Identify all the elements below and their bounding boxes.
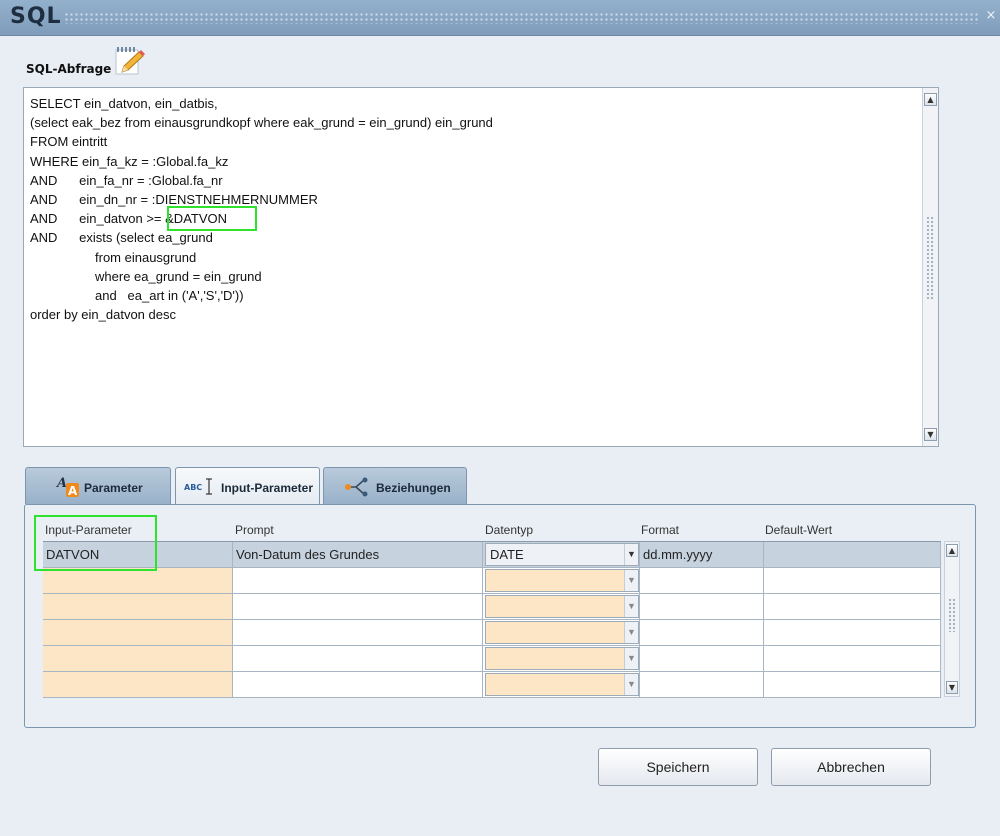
dropdown-arrow-icon[interactable]: ▼ (624, 544, 638, 565)
scroll-up-icon[interactable]: ▲ (924, 93, 937, 106)
cell-input-parameter[interactable] (43, 568, 233, 594)
cell-datentyp[interactable]: ▼ (483, 646, 640, 672)
table-row[interactable]: ▼ (43, 594, 941, 620)
cell-input-parameter[interactable] (43, 672, 233, 698)
cell-default-wert[interactable] (764, 620, 941, 646)
cancel-button[interactable]: Abbrechen (771, 748, 931, 786)
cell-prompt[interactable] (233, 672, 483, 698)
dropdown-arrow-icon[interactable]: ▼ (624, 648, 638, 669)
dropdown-arrow-icon[interactable]: ▼ (624, 622, 638, 643)
cell-format[interactable] (640, 594, 764, 620)
table-row[interactable]: ▼ (43, 646, 941, 672)
tab-beziehungen-label: Beziehungen (376, 481, 451, 495)
tab-input-parameter-label: Input-Parameter (221, 481, 314, 495)
cell-input-parameter[interactable] (43, 594, 233, 620)
scroll-up-icon[interactable]: ▲ (946, 544, 958, 557)
datentyp-select[interactable]: ▼ (485, 569, 639, 592)
cell-prompt[interactable]: Von-Datum des Grundes (233, 542, 483, 568)
scroll-down-icon[interactable]: ▼ (924, 428, 937, 441)
dropdown-arrow-icon[interactable]: ▼ (624, 674, 638, 695)
table-row[interactable]: DATVON Von-Datum des Grundes DATE ▼ dd.m… (43, 542, 941, 568)
cell-prompt[interactable] (233, 620, 483, 646)
cell-datentyp[interactable]: ▼ (483, 568, 640, 594)
sql-query-editor[interactable]: SELECT ein_datvon, ein_datbis, (select e… (23, 87, 939, 447)
scrollbar-grip[interactable] (948, 598, 956, 632)
sql-query-text[interactable]: SELECT ein_datvon, ein_datbis, (select e… (30, 94, 920, 439)
datentyp-select[interactable]: ▼ (485, 647, 639, 670)
cell-input-parameter[interactable]: DATVON (43, 542, 233, 568)
datentyp-select[interactable]: ▼ (485, 673, 639, 696)
cell-input-parameter[interactable] (43, 620, 233, 646)
column-header-input-parameter: Input-Parameter (45, 523, 132, 537)
cell-datentyp[interactable]: DATE ▼ (483, 542, 640, 568)
cell-format[interactable] (640, 568, 764, 594)
datentyp-select[interactable]: ▼ (485, 595, 639, 618)
dropdown-arrow-icon[interactable]: ▼ (624, 596, 638, 617)
datentyp-select[interactable]: ▼ (485, 621, 639, 644)
table-row[interactable]: ▼ (43, 568, 941, 594)
window-title: SQL (10, 4, 62, 29)
table-row[interactable]: ▼ (43, 620, 941, 646)
grid-scrollbar[interactable]: ▲ ▼ (944, 541, 960, 697)
sql-editor-scrollbar[interactable]: ▲ ▼ (922, 88, 938, 446)
edit-pencil-icon (115, 47, 145, 75)
svg-text:A: A (68, 484, 78, 498)
column-header-datentyp: Datentyp (485, 523, 534, 537)
close-icon[interactable]: × (984, 9, 998, 23)
cell-prompt[interactable] (233, 594, 483, 620)
cell-prompt[interactable] (233, 568, 483, 594)
datentyp-value: DATE (490, 547, 524, 562)
relation-branch-icon (345, 477, 368, 497)
font-style-icon: A A (56, 476, 79, 498)
column-header-format: Format (641, 523, 680, 537)
cell-datentyp[interactable]: ▼ (483, 672, 640, 698)
input-parameter-grid: DATVON Von-Datum des Grundes DATE ▼ dd.m… (43, 541, 941, 698)
svg-text:ABC: ABC (184, 483, 202, 492)
tab-input-parameter[interactable]: ABC Input-Parameter (175, 467, 320, 505)
cell-default-wert[interactable] (764, 568, 941, 594)
save-button[interactable]: Speichern (598, 748, 758, 786)
sql-query-label: SQL-Abfrage (26, 62, 112, 76)
tab-beziehungen[interactable]: Beziehungen (323, 467, 467, 504)
table-row[interactable]: ▼ (43, 672, 941, 698)
column-header-default-wert: Default-Wert (765, 523, 833, 537)
scrollbar-grip[interactable] (926, 216, 935, 300)
cell-format[interactable] (640, 620, 764, 646)
window-titlebar[interactable]: SQL × (0, 0, 1000, 36)
cell-datentyp[interactable]: ▼ (483, 594, 640, 620)
cell-prompt[interactable] (233, 646, 483, 672)
abc-text-cursor-icon: ABC (184, 478, 212, 495)
column-header-prompt: Prompt (235, 523, 274, 537)
tab-parameter[interactable]: A A Parameter (25, 467, 171, 504)
cell-datentyp[interactable]: ▼ (483, 620, 640, 646)
cell-format[interactable] (640, 646, 764, 672)
tab-parameter-label: Parameter (84, 481, 143, 495)
cell-default-wert[interactable] (764, 672, 941, 698)
input-parameter-panel: Input-Parameter Prompt Datentyp Format D… (24, 504, 976, 728)
dropdown-arrow-icon[interactable]: ▼ (624, 570, 638, 591)
cell-input-parameter[interactable] (43, 646, 233, 672)
titlebar-grip (64, 12, 980, 24)
svg-text:A: A (56, 476, 67, 491)
cell-format[interactable] (640, 672, 764, 698)
datentyp-select[interactable]: DATE ▼ (485, 543, 639, 566)
cell-default-wert[interactable] (764, 646, 941, 672)
cell-format[interactable]: dd.mm.yyyy (640, 542, 764, 568)
scroll-down-icon[interactable]: ▼ (946, 681, 958, 694)
cell-default-wert[interactable] (764, 594, 941, 620)
cell-default-wert[interactable] (764, 542, 941, 568)
